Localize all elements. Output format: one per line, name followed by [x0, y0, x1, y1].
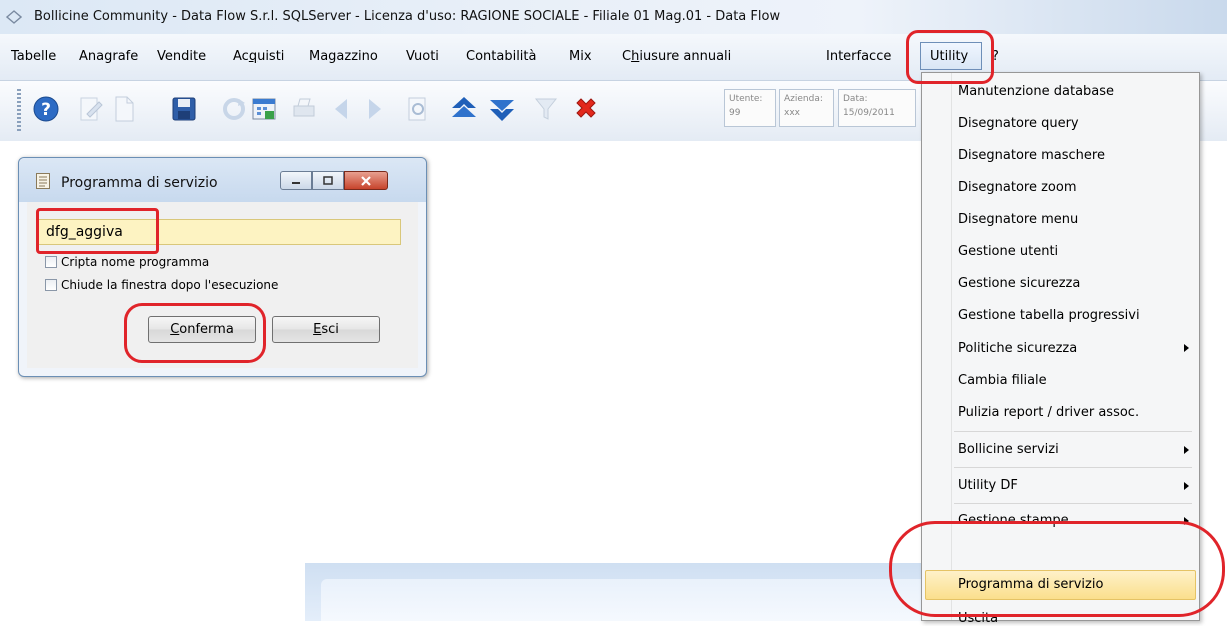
minimize-button[interactable] — [280, 171, 312, 190]
form-icon — [36, 173, 50, 189]
app-icon — [6, 10, 22, 24]
confirm-button[interactable]: Conferma — [148, 316, 256, 343]
menu-utility[interactable]: Utility — [930, 49, 968, 64]
dialog-titlebar[interactable]: Programma di servizio — [19, 158, 426, 202]
menu-item-politiche-sicurezza[interactable]: Politiche sicurezza — [958, 341, 1077, 356]
menu-acquisti[interactable]: Acquisti — [233, 49, 284, 64]
save-icon[interactable] — [164, 89, 204, 129]
close-icon — [361, 175, 371, 186]
maximize-button[interactable] — [312, 171, 344, 190]
menu-item-programma-di-servizio[interactable]: Programma di servizio — [958, 577, 1103, 592]
submenu-arrow-icon — [1184, 517, 1189, 525]
menu-anagrafe[interactable]: Anagrafe — [79, 49, 138, 64]
background-panel-inner — [321, 579, 921, 621]
menu-tabelle[interactable]: Tabelle — [11, 49, 56, 64]
company-value: xxx — [784, 108, 800, 118]
menu-separator — [954, 467, 1192, 468]
menu-item-disegnatore-zoom[interactable]: Disegnatore zoom — [958, 180, 1077, 195]
menu-item-gestione-tabella-progressivi[interactable]: Gestione tabella progressivi — [958, 308, 1140, 323]
menu-item-bollicine-servizi[interactable]: Bollicine servizi — [958, 442, 1059, 457]
toolbar-grip[interactable] — [17, 89, 21, 133]
encrypt-name-checkbox[interactable] — [45, 256, 57, 268]
menu-item-cambia-filiale[interactable]: Cambia filiale — [958, 373, 1047, 388]
menu-item-manutenzione-database[interactable]: Manutenzione database — [958, 84, 1114, 99]
move-down-icon[interactable] — [482, 89, 522, 129]
close-after-run-checkbox[interactable] — [45, 279, 57, 291]
menu-contabilita[interactable]: Contabilità — [466, 49, 536, 64]
date-value: 15/09/2011 — [843, 108, 895, 118]
submenu-arrow-icon — [1184, 344, 1189, 352]
menu-item-gestione-stampe[interactable]: Gestione stampe — [958, 513, 1069, 528]
utility-dropdown-menu: Manutenzione database Disegnatore query … — [921, 72, 1200, 626]
menu-item-uscita[interactable]: Uscita — [958, 611, 998, 626]
close-after-run-checkbox-row[interactable]: Chiude la finestra dopo l'esecuzione — [45, 278, 278, 292]
program-name-input[interactable] — [37, 219, 401, 245]
date-info-box: Data: 15/09/2011 — [838, 89, 916, 127]
close-button[interactable] — [344, 171, 388, 190]
svg-text:?: ? — [41, 100, 51, 120]
menu-chiusure-annuali[interactable]: Chiusure annuali — [622, 49, 731, 64]
filter-icon[interactable] — [526, 89, 566, 129]
company-info-box: Azienda: xxx — [779, 89, 834, 127]
menu-item-disegnatore-maschere[interactable]: Disegnatore maschere — [958, 148, 1105, 163]
menu-item-pulizia-report[interactable]: Pulizia report / driver assoc. — [958, 405, 1139, 420]
menu-item-gestione-utenti[interactable]: Gestione utenti — [958, 244, 1058, 259]
calendar-icon[interactable] — [244, 89, 284, 129]
maximize-icon — [323, 175, 333, 185]
print-icon[interactable] — [284, 89, 324, 129]
encrypt-name-checkbox-row[interactable]: Cripta nome programma — [45, 255, 209, 269]
window-controls — [280, 171, 388, 191]
submenu-arrow-icon — [1184, 482, 1189, 490]
menu-interfacce[interactable]: Interfacce — [826, 49, 891, 64]
move-up-icon[interactable] — [444, 89, 484, 129]
menu-item-gestione-sicurezza[interactable]: Gestione sicurezza — [958, 276, 1080, 291]
menu-item-utility-df[interactable]: Utility DF — [958, 478, 1018, 493]
date-label: Data: — [843, 94, 868, 104]
delete-icon[interactable] — [566, 89, 606, 129]
menu-mix[interactable]: Mix — [569, 49, 592, 64]
menu-vendite[interactable]: Vendite — [157, 49, 206, 64]
company-label: Azienda: — [784, 94, 823, 104]
dialog-title: Programma di servizio — [61, 175, 218, 191]
menu-help[interactable]: ? — [992, 49, 999, 64]
user-value: 99 — [729, 108, 741, 118]
close-after-run-label: Chiude la finestra dopo l'esecuzione — [61, 278, 279, 292]
window-titlebar: Bollicine Community - Data Flow S.r.l. S… — [0, 0, 1227, 34]
menu-item-disegnatore-query[interactable]: Disegnatore query — [958, 116, 1079, 131]
menu-magazzino[interactable]: Magazzino — [309, 49, 378, 64]
menu-vuoti[interactable]: Vuoti — [406, 49, 439, 64]
window-title: Bollicine Community - Data Flow S.r.l. S… — [34, 9, 781, 24]
preview-icon[interactable] — [398, 89, 438, 129]
submenu-arrow-icon — [1184, 446, 1189, 454]
exit-button[interactable]: Esci — [272, 316, 380, 343]
help-icon[interactable]: ? — [26, 89, 66, 129]
next-icon[interactable] — [354, 89, 394, 129]
background-panel — [305, 563, 921, 621]
service-program-dialog: Programma di servizio Cripta nome progra… — [18, 157, 427, 377]
new-document-icon[interactable] — [104, 89, 144, 129]
menu-separator — [954, 503, 1192, 504]
minimize-icon — [292, 181, 300, 184]
user-label: Utente: — [729, 94, 763, 104]
menu-item-disegnatore-menu[interactable]: Disegnatore menu — [958, 212, 1078, 227]
encrypt-name-label: Cripta nome programma — [61, 255, 210, 269]
menu-separator — [954, 431, 1192, 432]
user-info-box: Utente: 99 — [724, 89, 776, 127]
